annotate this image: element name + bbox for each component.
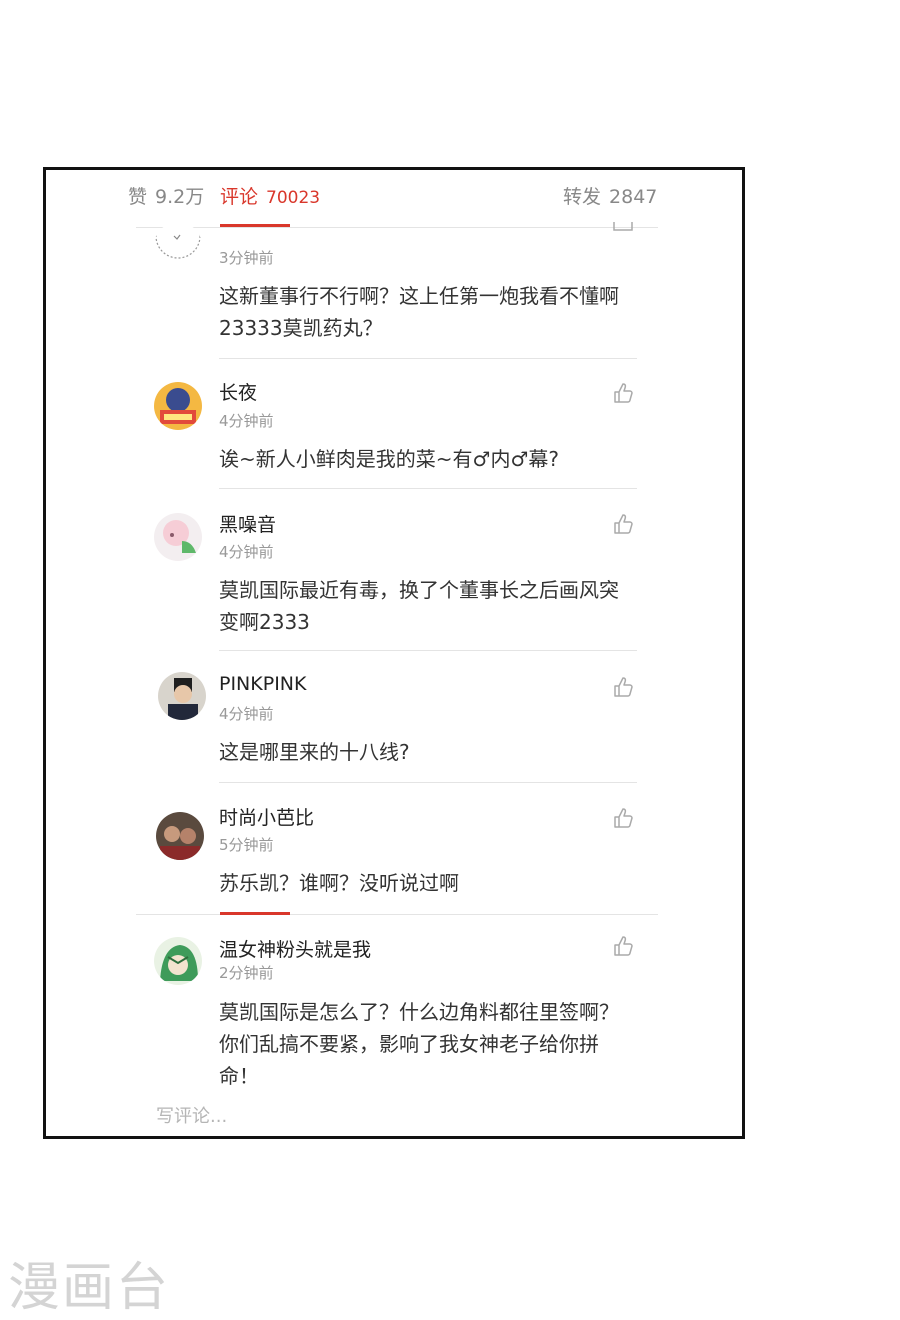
comment-text: 苏乐凯？谁啊？没听说过啊 xyxy=(219,871,459,895)
watermark-logo: 漫画台 xyxy=(8,1258,171,1318)
tab-likes-count: 9.2万 xyxy=(155,186,205,208)
avatar[interactable] xyxy=(154,382,202,430)
thumbs-up-icon[interactable] xyxy=(612,513,634,535)
active-tab-indicator xyxy=(220,912,290,915)
tab-reposts[interactable]: 转发 2847 xyxy=(563,182,657,209)
comment-text: 这新董事行不行啊？这上任第一炮我看不懂啊23333莫凯药丸？ xyxy=(219,284,619,340)
comment-author[interactable]: 温女神粉头就是我 xyxy=(219,935,371,962)
divider xyxy=(136,227,658,228)
divider xyxy=(219,358,637,359)
comment-time: 4分钟前 xyxy=(219,412,274,430)
comment-author[interactable]: 黑噪音 xyxy=(219,510,276,537)
avatar[interactable] xyxy=(158,672,206,720)
comment-text: 莫凯国际最近有毒，换了个董事长之后画风突变啊2333 xyxy=(219,578,619,634)
comment-time: 3分钟前 xyxy=(219,249,274,267)
comment-text: 莫凯国际是怎么了？什么边角料都往里签啊？你们乱搞不要紧，影响了我女神老子给你拼命… xyxy=(219,1000,619,1088)
avatar[interactable] xyxy=(154,937,202,985)
thumbs-up-icon[interactable] xyxy=(612,807,634,829)
thumbs-up-icon[interactable] xyxy=(612,935,634,957)
comment-time: 4分钟前 xyxy=(219,543,274,561)
avatar[interactable] xyxy=(156,812,204,860)
tab-reposts-count: 2847 xyxy=(609,186,658,208)
comment-text: 这是哪里来的十八线? xyxy=(219,740,410,764)
thumbs-up-icon[interactable] xyxy=(612,382,634,404)
avatar[interactable] xyxy=(154,513,202,561)
comment-text: 诶~新人小鲜肉是我的菜~有♂内♂幕? xyxy=(219,447,559,471)
tab-likes-label: 赞 xyxy=(128,186,148,208)
thumbs-up-icon[interactable] xyxy=(612,220,634,242)
tab-likes[interactable]: 赞 9.2万 xyxy=(128,182,204,209)
comment-time: 2分钟前 xyxy=(219,964,274,982)
tab-reposts-label: 转发 xyxy=(563,186,602,208)
tab-bar: 赞 9.2万 评论 70023 转发 2847 xyxy=(46,170,742,227)
comment-time: 5分钟前 xyxy=(219,836,274,854)
comment-input[interactable]: 写评论... xyxy=(156,1102,227,1128)
divider xyxy=(136,914,658,915)
divider xyxy=(219,488,637,489)
avatar[interactable] xyxy=(154,222,202,270)
divider xyxy=(219,782,637,783)
tab-comments-label: 评论 xyxy=(220,186,259,208)
comment-time: 4分钟前 xyxy=(219,705,274,723)
comment-author[interactable]: 长夜 xyxy=(219,378,257,405)
divider xyxy=(219,650,637,651)
tab-comments-count: 70023 xyxy=(266,188,321,208)
comment-author[interactable]: 时尚小芭比 xyxy=(219,803,314,830)
tab-comments[interactable]: 评论 70023 xyxy=(220,182,320,209)
comment-author[interactable]: PINKPINK xyxy=(219,673,306,695)
thumbs-up-icon[interactable] xyxy=(612,676,634,698)
comment-panel: 赞 9.2万 评论 70023 转发 2847 3分钟前 这新董事行不行啊？这上任第一… xyxy=(43,167,745,1139)
